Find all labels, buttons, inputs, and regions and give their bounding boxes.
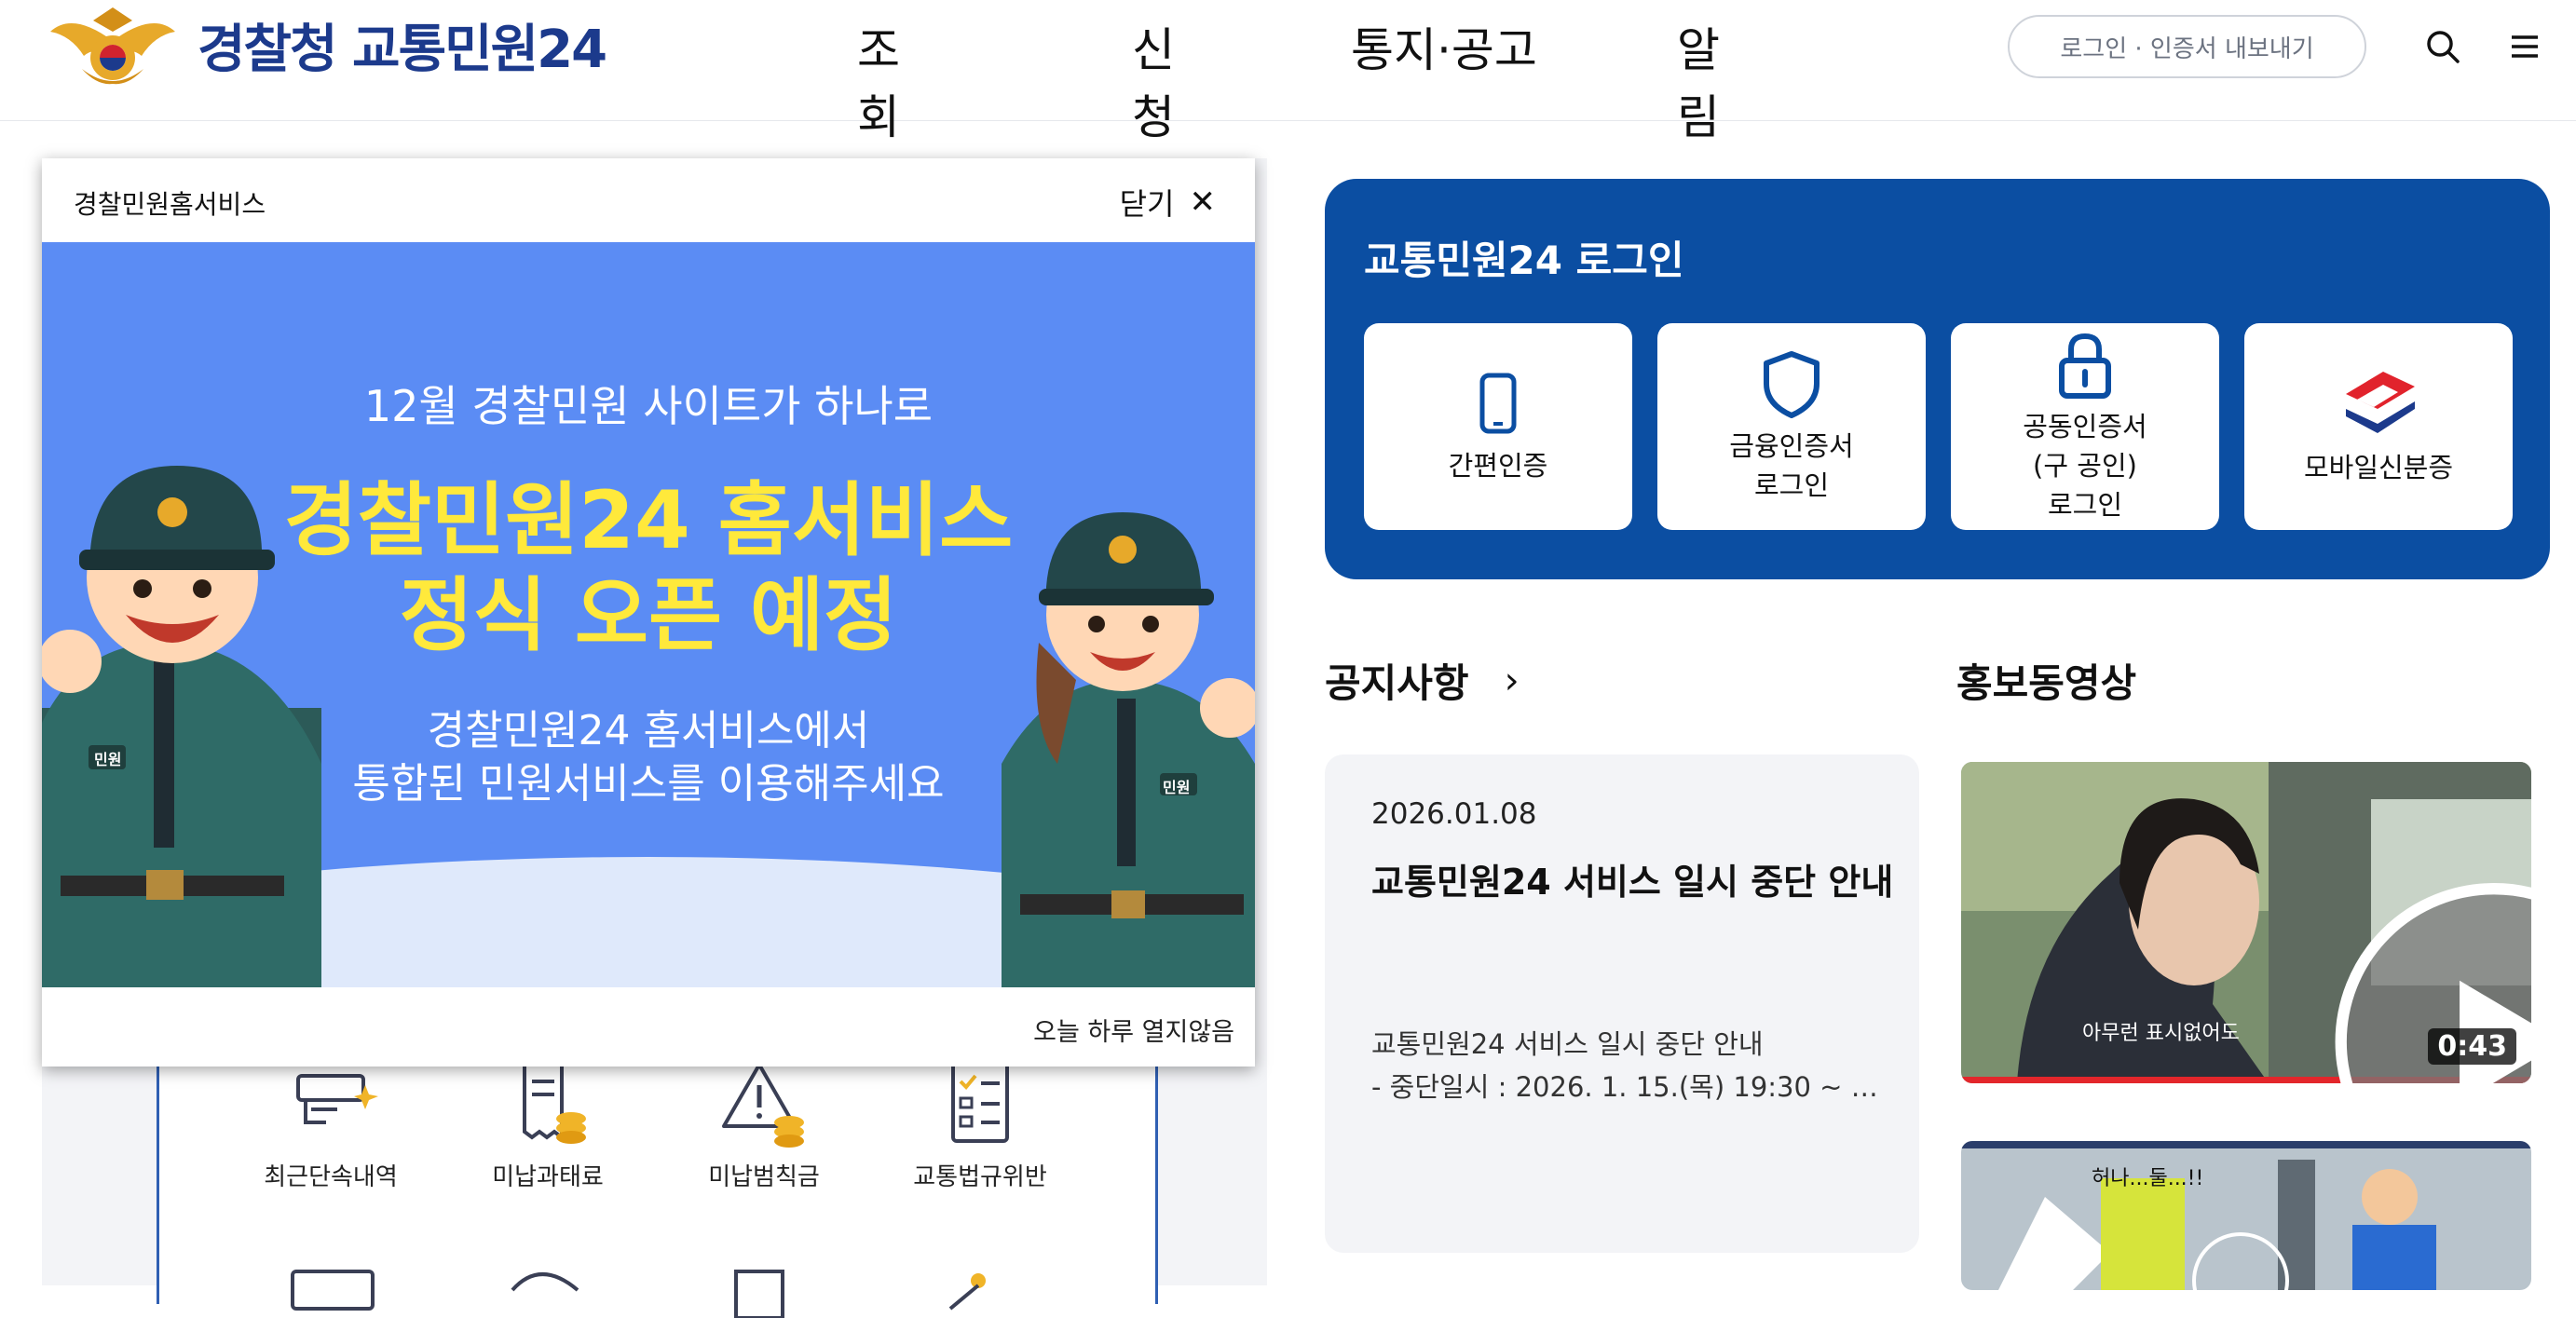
- checklist-icon: [951, 1061, 1009, 1143]
- service-icon-row2[interactable]: [289, 1262, 391, 1318]
- service-icon-row2[interactable]: [727, 1262, 829, 1318]
- service-unpaid-fine[interactable]: 미납과태료: [455, 1057, 641, 1192]
- phone-icon: [1479, 373, 1517, 434]
- hide-today-button[interactable]: 오늘 하루 열지않음: [1033, 1012, 1234, 1048]
- lock-icon: [2059, 333, 2111, 399]
- police-emblem-icon: [50, 7, 175, 85]
- promo-video-2[interactable]: 허나...둘...!!: [1961, 1141, 2531, 1290]
- nav-item-apply[interactable]: 신청: [1132, 13, 1175, 147]
- video-caption: 허나...둘...!!: [2092, 1167, 2204, 1190]
- login-card: 교통민원24 로그인 간편인증 금융인증서 로그인 공동인증서 (구 공인) 로…: [1325, 179, 2550, 579]
- notice-body-line1: 교통민원24 서비스 일시 중단 안내: [1371, 1028, 1764, 1060]
- video-thumbnail: [1961, 1141, 2531, 1290]
- login-btn-label: 금융인증서 로그인: [1729, 429, 1854, 501]
- mobile-id-icon: [2346, 371, 2415, 433]
- popup-footer: 오늘 하루 열지않음: [42, 987, 1255, 1067]
- service-label: 교통법규위반: [913, 1163, 1047, 1191]
- video-caption: 아무런 표시없어도: [2082, 1022, 2240, 1045]
- login-export-button[interactable]: 로그인 · 인증서 내보내기: [2008, 15, 2366, 78]
- promo-section-title: 홍보동영상: [1956, 660, 2137, 706]
- notice-popup: 경찰민원홈서비스 닫기 ✕ 12월 경찰민원 사이트가 하나로 경찰민원24 홈…: [42, 158, 1255, 1067]
- badge-left: 민원: [94, 751, 122, 768]
- bill-coins-icon: [523, 1061, 586, 1144]
- service-label: 최근단속내역: [264, 1163, 398, 1191]
- chevron-right-icon: ›: [1504, 659, 1520, 702]
- notice-headline: 교통민원24 서비스 일시 중단 안내: [1371, 862, 1894, 903]
- banner-sub-2: 통합된 민원서비스를 이용해주세요: [352, 760, 945, 808]
- notice-date: 2026.01.08: [1371, 797, 1537, 831]
- login-simple-auth-button[interactable]: 간편인증: [1364, 323, 1632, 530]
- badge-right: 민원: [1163, 779, 1191, 796]
- video-duration: 0:43: [2428, 1028, 2516, 1065]
- login-joint-cert-button[interactable]: 공동인증서 (구 공인) 로그인: [1951, 323, 2219, 530]
- login-mobile-id-button[interactable]: 모바일신분증: [2244, 323, 2513, 530]
- search-icon[interactable]: [2422, 26, 2463, 67]
- promo-video-1[interactable]: 아무런 표시없어도 0:43: [1961, 762, 2531, 1083]
- service-unpaid-penalty[interactable]: 미납범칙금: [671, 1057, 857, 1192]
- service-label: 미납범칙금: [708, 1163, 820, 1191]
- service-recent-enforcement[interactable]: 최근단속내역: [238, 1057, 424, 1192]
- popup-header: 경찰민원홈서비스 닫기 ✕: [42, 158, 1255, 242]
- nav-item-alert[interactable]: 알림: [1677, 13, 1720, 147]
- login-btn-label: 간편인증: [1448, 449, 1548, 482]
- service-traffic-violation[interactable]: 교통법규위반: [887, 1057, 1073, 1192]
- popup-close-label: 닫기: [1119, 186, 1175, 222]
- login-title: 교통민원24 로그인: [1364, 238, 1684, 283]
- notice-body-line2: - 중단일시 : 2026. 1. 15.(목) 19:30 ~ 2…: [1371, 1071, 1893, 1103]
- nav-item-notification[interactable]: 통지·공고: [1351, 13, 1537, 80]
- camera-icon: [296, 1074, 378, 1124]
- site-header: 경찰청 교통민원24 조회 신청 통지·공고 알림 로그인 · 인증서 내보내기: [0, 0, 2576, 144]
- notice-card[interactable]: 2026.01.08 교통민원24 서비스 일시 중단 안내 교통민원24 서비…: [1325, 754, 1919, 1253]
- notice-title-text: 공지사항: [1325, 660, 1469, 706]
- warning-coins-icon: [722, 1063, 804, 1148]
- shield-icon: [1764, 350, 1820, 418]
- service-label: 미납과태료: [492, 1163, 604, 1191]
- banner-headline-2: 정식 오픈 예정: [399, 569, 898, 662]
- banner-top-text: 12월 경찰민원 사이트가 하나로: [363, 381, 934, 431]
- notice-section-title[interactable]: 공지사항 ›: [1325, 652, 1520, 709]
- login-btn-label: 모바일신분증: [2303, 451, 2454, 483]
- site-logo[interactable]: 경찰청 교통민원24: [45, 4, 607, 86]
- popup-close-button[interactable]: 닫기 ✕: [1120, 181, 1216, 224]
- popup-title: 경찰민원홈서비스: [74, 189, 266, 220]
- service-icon-row2[interactable]: [503, 1262, 606, 1318]
- login-btn-label: 공동인증서 (구 공인) 로그인: [2023, 410, 2147, 522]
- logo-text: 경찰청 교통민원24: [198, 19, 607, 80]
- menu-icon[interactable]: [2504, 26, 2545, 67]
- close-icon: ✕: [1189, 183, 1217, 221]
- banner-sub-1: 경찰민원24 홈서비스에서: [427, 707, 870, 754]
- service-icon-row2[interactable]: [941, 1262, 1043, 1318]
- popup-banner-image[interactable]: 12월 경찰민원 사이트가 하나로 경찰민원24 홈서비스 정식 오픈 예정 경…: [42, 242, 1255, 987]
- nav-item-inquiry[interactable]: 조회: [857, 13, 900, 147]
- login-financial-cert-button[interactable]: 금융인증서 로그인: [1657, 323, 1926, 530]
